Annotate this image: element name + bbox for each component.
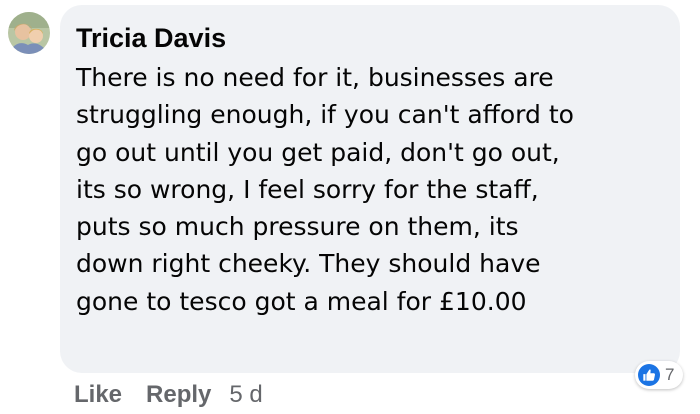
comment-text-line: go out until you get paid, don't go out, (76, 137, 560, 167)
comment-text-line: its so wrong, I feel sorry for the staff… (76, 174, 539, 204)
profile-photo (8, 12, 50, 54)
like-button[interactable]: Like (74, 381, 122, 409)
comment-actions: Like Reply 5 d (74, 380, 263, 410)
comment-text-line: puts so much pressure on them, its (76, 212, 519, 242)
reply-button[interactable]: Reply (146, 381, 211, 409)
comment-text-line: There is no need for it, businesses are (76, 63, 554, 92)
reaction-count: 7 (665, 365, 675, 384)
reactions-summary[interactable]: 7 (635, 361, 683, 389)
comment-bubble: Tricia Davis There is no need for it, bu… (60, 5, 680, 373)
like-thumb-icon (638, 364, 660, 386)
comment-author[interactable]: Tricia Davis (76, 19, 666, 57)
comment-text: There is no need for it, businesses are … (76, 59, 666, 320)
avatar[interactable] (8, 12, 50, 54)
comment: Tricia Davis There is no need for it, bu… (0, 0, 700, 414)
comment-text-line: struggling enough, if you can't afford t… (76, 100, 574, 130)
comment-timestamp[interactable]: 5 d (229, 381, 262, 409)
comment-text-line: down right cheeky. They should have (76, 249, 541, 279)
comment-text-line: gone to tesco got a meal for £10.00 (76, 286, 527, 316)
